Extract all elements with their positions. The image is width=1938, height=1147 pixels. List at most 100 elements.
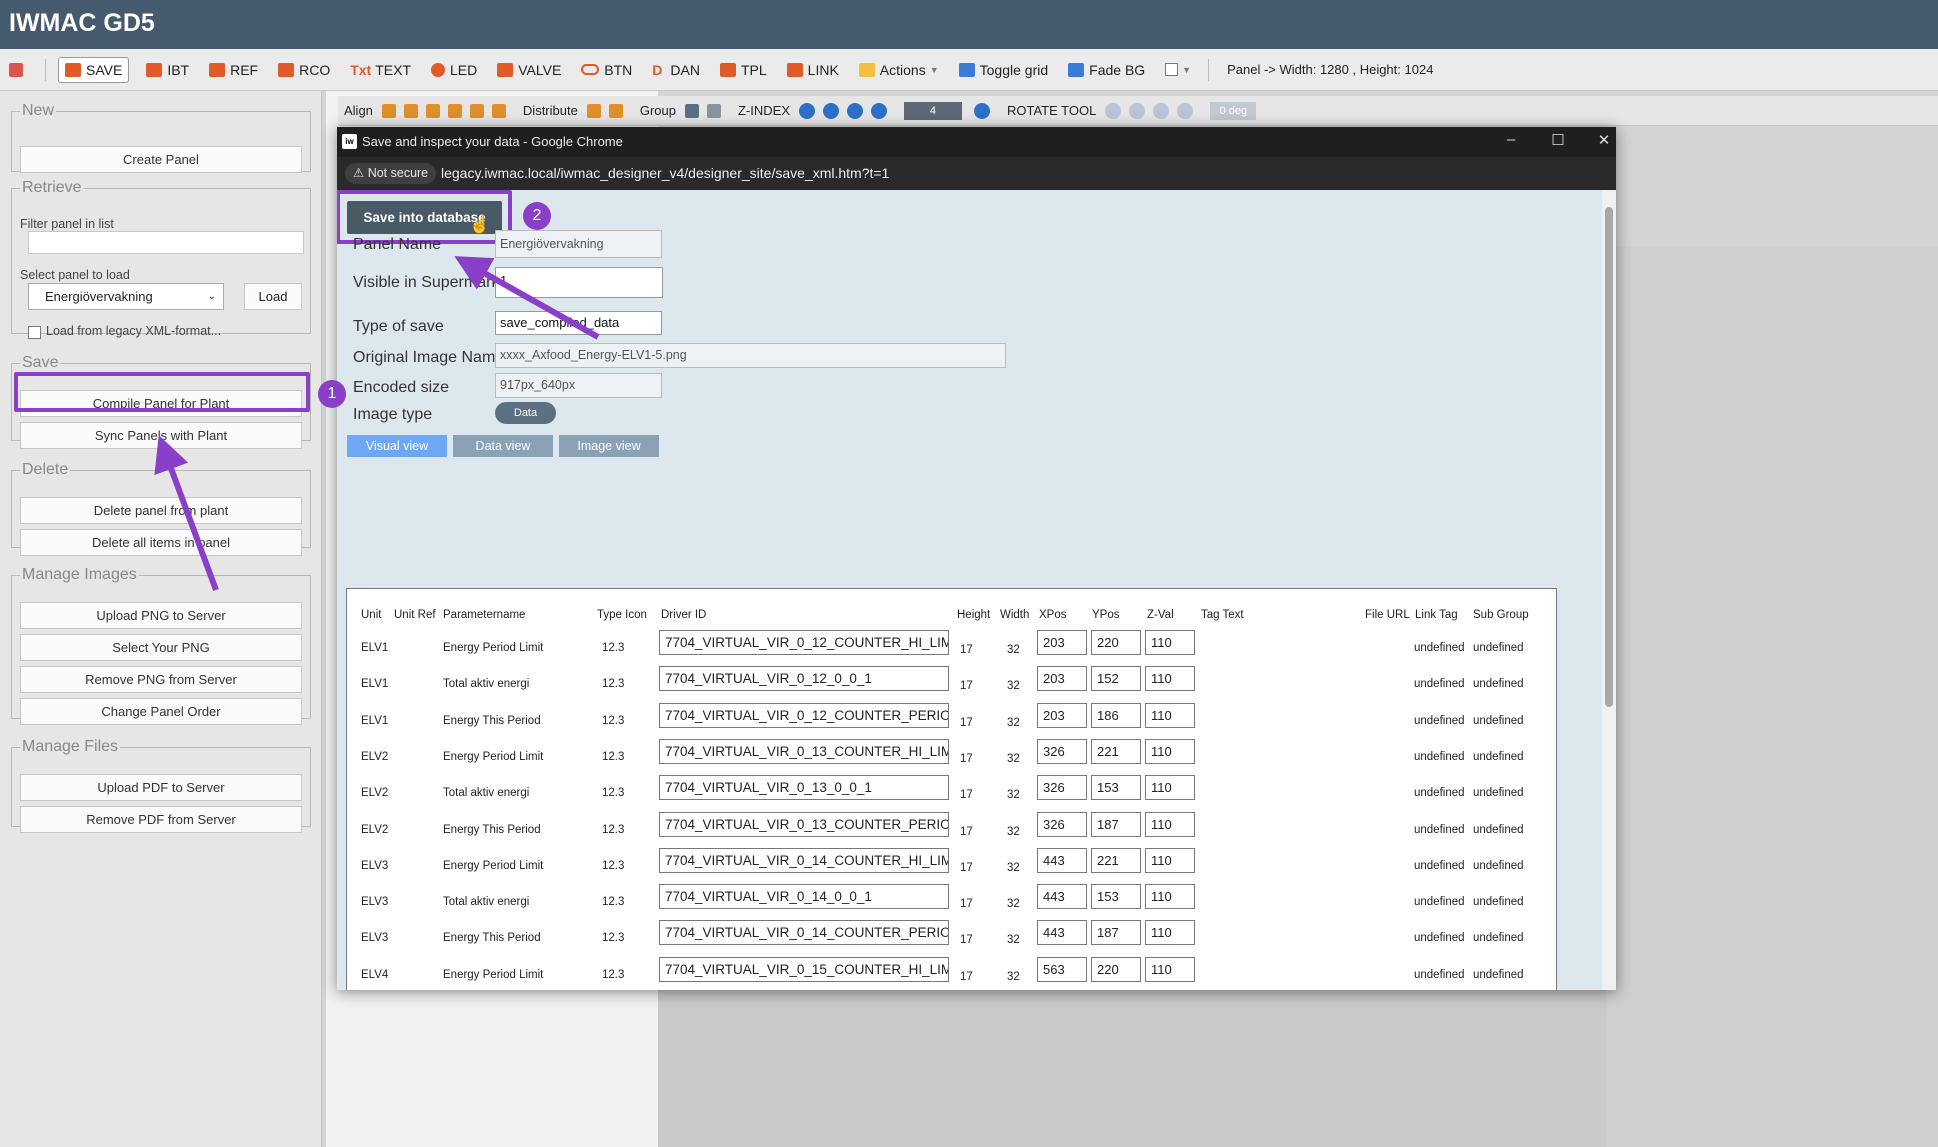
xpos-input[interactable]: 326 [1037, 775, 1087, 801]
menu-icon[interactable] [6, 57, 31, 83]
load-button[interactable]: Load [244, 283, 302, 310]
select-png-button[interactable]: Select Your PNG [20, 634, 302, 661]
change-order-button[interactable]: Change Panel Order [20, 698, 302, 725]
xpos-input[interactable]: 563 [1037, 956, 1087, 982]
upload-pdf-button[interactable]: Upload PDF to Server [20, 774, 302, 801]
delete-panel-button[interactable]: Delete panel from plant [20, 497, 302, 524]
zval-input[interactable]: 110 [1145, 920, 1195, 946]
step-badge-2: 2 [523, 202, 551, 230]
tpl-button[interactable]: TPL [717, 57, 770, 83]
encoded-size-field[interactable]: 917px_640px [495, 373, 662, 398]
tab-image-view[interactable]: Image view [559, 435, 659, 457]
led-button[interactable]: LED [428, 57, 480, 83]
ypos-input[interactable]: 220 [1091, 956, 1141, 982]
zindex-input[interactable]: 4 [903, 101, 962, 120]
zindex-tools[interactable] [798, 102, 895, 119]
text-button[interactable]: Txt TEXT [347, 57, 414, 83]
xpos-input[interactable]: 443 [1037, 920, 1087, 946]
cell-link-tag: undefined [1414, 642, 1465, 654]
driver-id-input[interactable]: 7704_VIRTUAL_VIR_0_15_COUNTER_HI_LIMIT [659, 956, 949, 982]
upload-png-button[interactable]: Upload PNG to Server [20, 602, 302, 629]
driver-id-input[interactable]: 7704_VIRTUAL_VIR_0_12_COUNTER_PERIOD [659, 702, 949, 728]
ypos-input[interactable]: 220 [1091, 630, 1141, 655]
cell-link-tag: undefined [1414, 750, 1465, 763]
driver-id-input[interactable]: 7704_VIRTUAL_VIR_0_12_0_0_1 [659, 666, 949, 692]
xpos-input[interactable]: 326 [1037, 738, 1087, 764]
ibt-button[interactable]: IBT [143, 57, 192, 83]
btn-button[interactable]: BTN [578, 57, 635, 83]
valve-button[interactable]: VALVE [494, 57, 564, 83]
zval-input[interactable]: 110 [1145, 775, 1195, 801]
ypos-input[interactable]: 221 [1091, 847, 1141, 873]
remove-png-button[interactable]: Remove PNG from Server [20, 666, 302, 693]
ref-icon [209, 62, 226, 77]
ref-button[interactable]: REF [206, 57, 261, 83]
filter-input[interactable] [28, 231, 304, 254]
panel-name-field[interactable]: Energiövervakning [495, 230, 662, 258]
cell-unit: ELV3 [361, 932, 389, 945]
tab-data-view[interactable]: Data view [453, 435, 553, 457]
delete-items-button[interactable]: Delete all items in panel [20, 529, 302, 556]
zval-input[interactable]: 110 [1145, 666, 1195, 692]
driver-id-input[interactable]: 7704_VIRTUAL_VIR_0_13_COUNTER_HI_LIMIT [659, 738, 949, 764]
scrollbar[interactable] [1602, 190, 1616, 990]
minimize-icon[interactable]: – [1499, 131, 1523, 148]
remove-pdf-button[interactable]: Remove PDF from Server [20, 806, 302, 833]
not-secure-badge[interactable]: ⚠ Not secure [345, 163, 437, 184]
sync-panels-button[interactable]: Sync Panels with Plant [20, 422, 302, 449]
type-of-save-field[interactable]: save_compiled_data [495, 311, 662, 335]
save-button[interactable]: SAVE [58, 56, 130, 83]
zval-input[interactable]: 110 [1145, 884, 1195, 910]
zval-input[interactable]: 110 [1145, 811, 1195, 837]
driver-id-input[interactable]: 7704_VIRTUAL_VIR_0_13_0_0_1 [659, 775, 949, 801]
distribute-tools[interactable] [586, 103, 631, 118]
visible-field[interactable]: 1 [495, 267, 663, 298]
driver-id-input[interactable]: 7704_VIRTUAL_VIR_0_14_COUNTER_PERIOD [659, 920, 949, 946]
xpos-input[interactable]: 326 [1037, 811, 1087, 837]
driver-id-input[interactable]: 7704_VIRTUAL_VIR_0_14_0_0_1 [659, 884, 949, 910]
url-text[interactable]: legacy.iwmac.local/iwmac_designer_v4/des… [441, 165, 889, 181]
ypos-input[interactable]: 187 [1091, 920, 1141, 946]
zval-input[interactable]: 110 [1145, 630, 1195, 655]
tab-visual-view[interactable]: Visual view [347, 435, 447, 457]
create-panel-button[interactable]: Create Panel [20, 146, 302, 173]
zval-input[interactable]: 110 [1145, 847, 1195, 873]
fade-bg-button[interactable]: Fade BG [1065, 57, 1148, 83]
fade-bg-checkbox[interactable]: ▼ [1162, 57, 1194, 83]
rotate-icon[interactable] [973, 102, 998, 119]
close-icon[interactable]: ✕ [1592, 131, 1616, 149]
driver-id-input[interactable]: 7704_VIRTUAL_VIR_0_14_COUNTER_HI_LIMIT [659, 847, 949, 873]
ypos-input[interactable]: 186 [1091, 702, 1141, 728]
maximize-icon[interactable]: ☐ [1546, 131, 1570, 149]
xpos-input[interactable]: 443 [1037, 884, 1087, 910]
zval-input[interactable]: 110 [1145, 702, 1195, 728]
toggle-grid-button[interactable]: Toggle grid [956, 57, 1052, 83]
ypos-input[interactable]: 187 [1091, 811, 1141, 837]
link-button[interactable]: LINK [784, 57, 842, 83]
legacy-checkbox[interactable] [28, 326, 41, 339]
ypos-input[interactable]: 153 [1091, 884, 1141, 910]
ypos-input[interactable]: 152 [1091, 666, 1141, 692]
xpos-input[interactable]: 203 [1037, 666, 1087, 692]
cell-width: 32 [1007, 970, 1020, 983]
zval-input[interactable]: 110 [1145, 738, 1195, 764]
cell-parametername: Energy This Period [443, 932, 541, 945]
zval-input[interactable]: 110 [1145, 956, 1195, 982]
xpos-input[interactable]: 203 [1037, 630, 1087, 655]
rco-button[interactable]: RCO [275, 57, 333, 83]
actions-menu[interactable]: Actions ▼ [856, 57, 942, 83]
ypos-input[interactable]: 221 [1091, 738, 1141, 764]
driver-id-input[interactable]: 7704_VIRTUAL_VIR_0_12_COUNTER_HI_LIMIT [659, 630, 949, 655]
xpos-input[interactable]: 443 [1037, 847, 1087, 873]
original-image-field[interactable]: xxxx_Axfood_Energy-ELV1-5.png [495, 343, 1006, 368]
panel-select[interactable]: Energiövervakning ⌄ [28, 283, 224, 310]
table-row: ELV3 Energy This Period 12.3 7704_VIRTUAL_V… [347, 917, 1556, 953]
align-tools[interactable] [381, 103, 514, 118]
driver-id-input[interactable]: 7704_VIRTUAL_VIR_0_13_COUNTER_PERIOD [659, 811, 949, 837]
ypos-input[interactable]: 153 [1091, 775, 1141, 801]
xpos-input[interactable]: 203 [1037, 702, 1087, 728]
cell-parametername: Total aktiv energi [443, 678, 530, 691]
dan-button[interactable]: D DAN [649, 57, 703, 83]
rotate-tools[interactable] [1105, 102, 1201, 119]
group-tools[interactable] [684, 103, 729, 118]
